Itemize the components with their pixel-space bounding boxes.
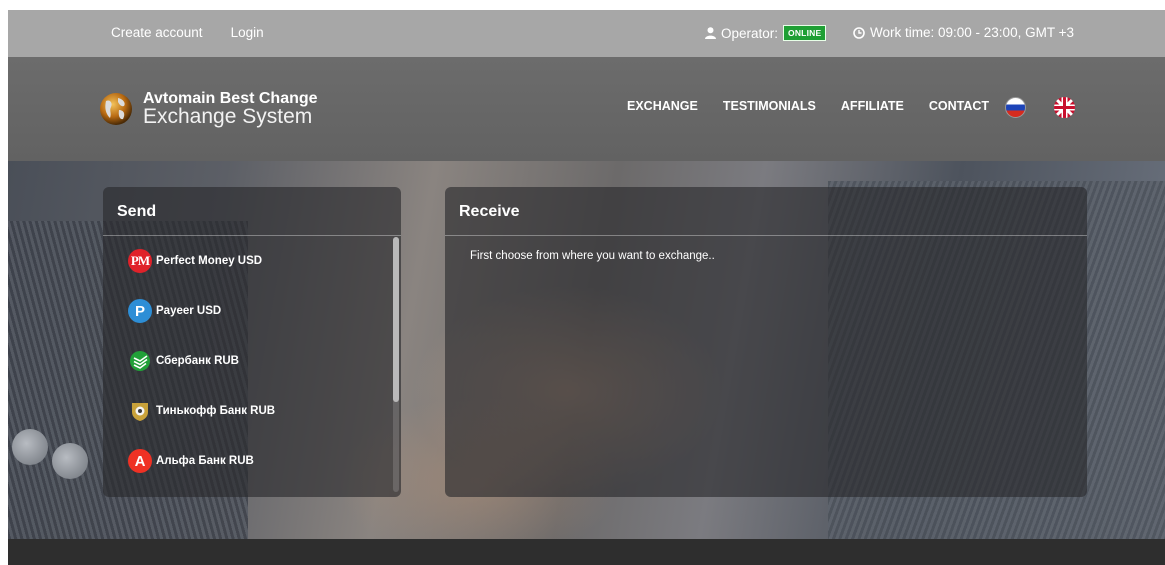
scrollbar-thumb[interactable] [393,237,399,402]
clock-icon [853,26,865,39]
send-currency-list: PM Perfect Money USD P Payeer USD Сберба… [103,237,393,497]
operator-label: Operator: [721,25,779,41]
payeer-icon: P [128,299,152,323]
divider [103,235,401,236]
logo-text: Avtomain Best Change Exchange System [143,91,318,128]
perfect-money-icon: PM [128,249,152,273]
receive-hint: First choose from where you want to exch… [470,250,715,262]
nav-contact[interactable]: CONTACT [929,99,989,113]
divider [445,235,1087,236]
online-badge: ONLINE [783,25,827,41]
top-bar: Create account Login Operator: ONLINE Wo… [8,10,1165,57]
currency-item-perfect-money[interactable]: PM Perfect Money USD [128,249,262,273]
logo-subtitle: Exchange System [143,105,313,128]
user-icon [705,27,716,39]
globe-logo-icon [100,93,132,125]
currency-item-tinkoff[interactable]: Тинькофф Банк RUB [128,399,275,423]
work-time: Work time: 09:00 - 23:00, GMT +3 [853,25,1074,40]
send-list-scrollbar[interactable] [393,237,399,492]
currency-label: Альфа Банк RUB [156,455,254,467]
work-time-text: Work time: 09:00 - 23:00, GMT +3 [870,25,1074,40]
sberbank-icon [128,349,152,373]
tinkoff-icon [128,399,152,423]
alfa-bank-icon: A [128,449,152,473]
main-nav: EXCHANGE TESTIMONIALS AFFILIATE CONTACT [627,99,989,113]
currency-label: Perfect Money USD [156,255,263,267]
english-flag-icon[interactable] [1054,97,1075,118]
russian-flag-icon[interactable] [1005,97,1026,118]
hero-section: Send PM Perfect Money USD P Payeer USD С… [8,161,1165,539]
create-account-link[interactable]: Create account [111,25,203,40]
account-links: Create account Login [111,25,264,40]
nav-exchange[interactable]: EXCHANGE [627,99,698,113]
currency-label: Сбербанк RUB [156,355,239,367]
operator-status: Operator: ONLINE [705,25,827,41]
receive-title: Receive [459,203,520,220]
send-panel: Send PM Perfect Money USD P Payeer USD С… [103,187,401,497]
nav-affiliate[interactable]: AFFILIATE [841,99,904,113]
footer-bar [8,539,1165,565]
receive-panel: Receive First choose from where you want… [445,187,1087,497]
currency-label: Payeer USD [156,305,222,317]
currency-item-sberbank[interactable]: Сбербанк RUB [128,349,239,373]
background-cufflink [52,443,88,479]
site-header: Avtomain Best Change Exchange System EXC… [8,57,1165,161]
background-cufflink [12,429,48,465]
logo[interactable]: Avtomain Best Change Exchange System [98,91,318,127]
page-frame: Create account Login Operator: ONLINE Wo… [8,10,1165,565]
currency-item-alfa-bank[interactable]: A Альфа Банк RUB [128,449,254,473]
currency-label: Тинькофф Банк RUB [156,405,276,417]
currency-item-payeer[interactable]: P Payeer USD [128,299,221,323]
send-title: Send [117,203,157,220]
nav-testimonials[interactable]: TESTIMONIALS [723,99,816,113]
login-link[interactable]: Login [231,25,264,40]
